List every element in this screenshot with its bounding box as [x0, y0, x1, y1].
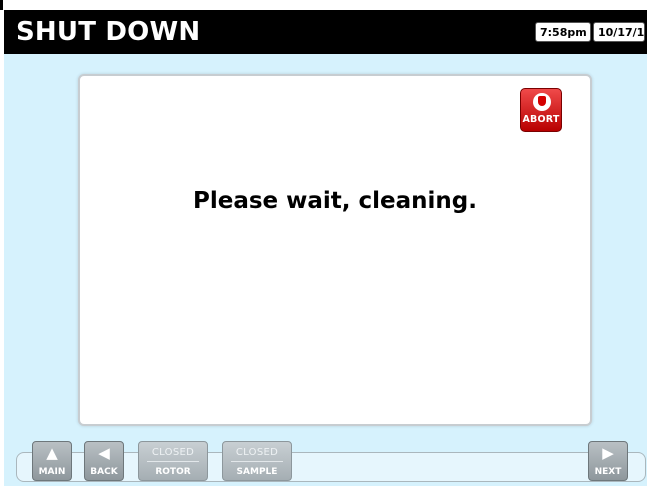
rotor-label: ROTOR: [155, 467, 191, 477]
abort-label: ABORT: [522, 114, 560, 125]
next-button[interactable]: ▶ NEXT: [588, 441, 628, 481]
status-message: Please wait, cleaning.: [192, 188, 478, 214]
back-label: BACK: [90, 467, 118, 477]
status-panel: ABORT Please wait, cleaning.: [78, 74, 592, 426]
app-window: SHUT DOWN 7:58pm 10/17/17 ABORT Please w…: [0, 0, 647, 486]
date-display: 10/17/17: [593, 22, 647, 42]
up-arrow-icon: ▲: [46, 444, 58, 462]
stop-hand-icon: [533, 93, 551, 111]
right-arrow-icon: ▶: [602, 444, 614, 462]
back-button[interactable]: ◀ BACK: [84, 441, 124, 481]
sample-state: CLOSED: [235, 447, 279, 458]
abort-button[interactable]: ABORT: [520, 88, 562, 132]
main-button[interactable]: ▲ MAIN: [32, 441, 72, 481]
header-bar: SHUT DOWN 7:58pm 10/17/17: [4, 10, 647, 54]
sample-divider: [231, 461, 283, 462]
left-arrow-icon: ◀: [98, 444, 110, 462]
page-title: SHUT DOWN: [16, 17, 201, 47]
main-label: MAIN: [38, 467, 66, 477]
next-label: NEXT: [594, 467, 622, 477]
sample-label: SAMPLE: [236, 467, 278, 477]
content-area: ABORT Please wait, cleaning.: [4, 54, 647, 486]
frame-edge: [0, 0, 3, 10]
rotor-state-button[interactable]: CLOSED ROTOR: [138, 441, 208, 481]
rotor-state: CLOSED: [151, 447, 195, 458]
rotor-divider: [147, 461, 199, 462]
time-display: 7:58pm: [535, 22, 591, 42]
sample-state-button[interactable]: CLOSED SAMPLE: [222, 441, 292, 481]
